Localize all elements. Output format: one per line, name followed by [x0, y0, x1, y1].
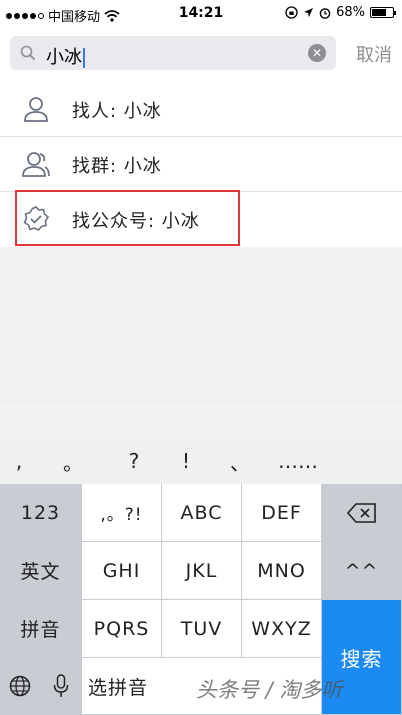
battery-icon — [370, 7, 396, 18]
punct-ellipsis[interactable]: …… — [268, 449, 328, 473]
person-icon — [24, 97, 48, 122]
result-find-group[interactable]: 找群: 小冰 — [0, 137, 402, 192]
punct-comma[interactable]: , — [0, 449, 38, 473]
result-label: 找人: 小冰 — [72, 101, 162, 122]
watermark: 头条号 / 淘多听 — [196, 678, 343, 702]
result-find-person[interactable]: 找人: 小冰 — [0, 82, 402, 137]
microphone-icon — [53, 674, 69, 697]
key-def[interactable]: DEF — [242, 484, 322, 542]
alarm-icon — [319, 7, 331, 19]
search-bar: 小冰 ✕ 取消 — [0, 28, 402, 82]
clear-text-icon[interactable]: ✕ — [308, 44, 326, 62]
search-query: 小冰 — [46, 47, 82, 68]
divider — [0, 400, 402, 401]
search-icon — [20, 45, 36, 61]
backspace-icon — [346, 502, 376, 523]
group-icon — [22, 152, 50, 177]
status-bar: 中国移动 14:21 68% — [0, 0, 402, 28]
official-account-badge-icon — [23, 206, 50, 231]
key-backspace[interactable] — [322, 484, 402, 542]
key-abc[interactable]: ABC — [162, 484, 242, 542]
empty-area — [0, 248, 402, 438]
punct-question[interactable]: ? — [108, 449, 160, 473]
key-punctuation[interactable]: ,。?! — [82, 484, 162, 542]
microphone-key[interactable] — [41, 658, 82, 715]
key-ghi[interactable]: GHI — [82, 542, 162, 600]
text-cursor — [83, 48, 85, 68]
keyboard: , 。 ? ! 、 …… 123 ,。?! ABC DEF 英文 GHI JKL… — [0, 438, 402, 715]
search-query-wrap: 小冰 — [46, 43, 85, 69]
cancel-button[interactable]: 取消 — [356, 41, 392, 67]
result-find-official-account[interactable]: 找公众号: 小冰 — [0, 192, 402, 247]
key-pqrs[interactable]: PQRS — [82, 600, 162, 658]
location-arrow-icon — [304, 8, 314, 17]
punct-enumeration-comma[interactable]: 、 — [212, 447, 268, 476]
search-results-list: 找人: 小冰 找群: 小冰 找公众号: 小冰 — [0, 82, 402, 247]
key-numbers[interactable]: 123 — [0, 484, 82, 542]
key-tuv[interactable]: TUV — [162, 600, 242, 658]
key-mno[interactable]: MNO — [242, 542, 322, 600]
battery-percent: 68% — [336, 5, 365, 20]
punctuation-bar: , 。 ? ! 、 …… — [0, 438, 402, 484]
globe-key[interactable] — [0, 658, 41, 715]
select-pinyin-label: 选拼音 — [88, 676, 149, 699]
orientation-lock-icon — [285, 6, 298, 19]
punct-exclamation[interactable]: ! — [160, 449, 212, 473]
result-label: 找公众号: 小冰 — [72, 211, 200, 232]
key-english[interactable]: 英文 — [0, 542, 82, 600]
globe-icon — [9, 675, 31, 697]
result-label: 找群: 小冰 — [72, 156, 162, 177]
key-emoticon[interactable]: ^^ — [322, 542, 402, 600]
key-wxyz[interactable]: WXYZ — [242, 600, 322, 658]
status-right: 68% — [285, 5, 396, 20]
search-input[interactable]: 小冰 ✕ — [10, 36, 336, 70]
key-jkl[interactable]: JKL — [162, 542, 242, 600]
key-pinyin[interactable]: 拼音 — [0, 600, 82, 658]
punct-period[interactable]: 。 — [38, 447, 108, 476]
